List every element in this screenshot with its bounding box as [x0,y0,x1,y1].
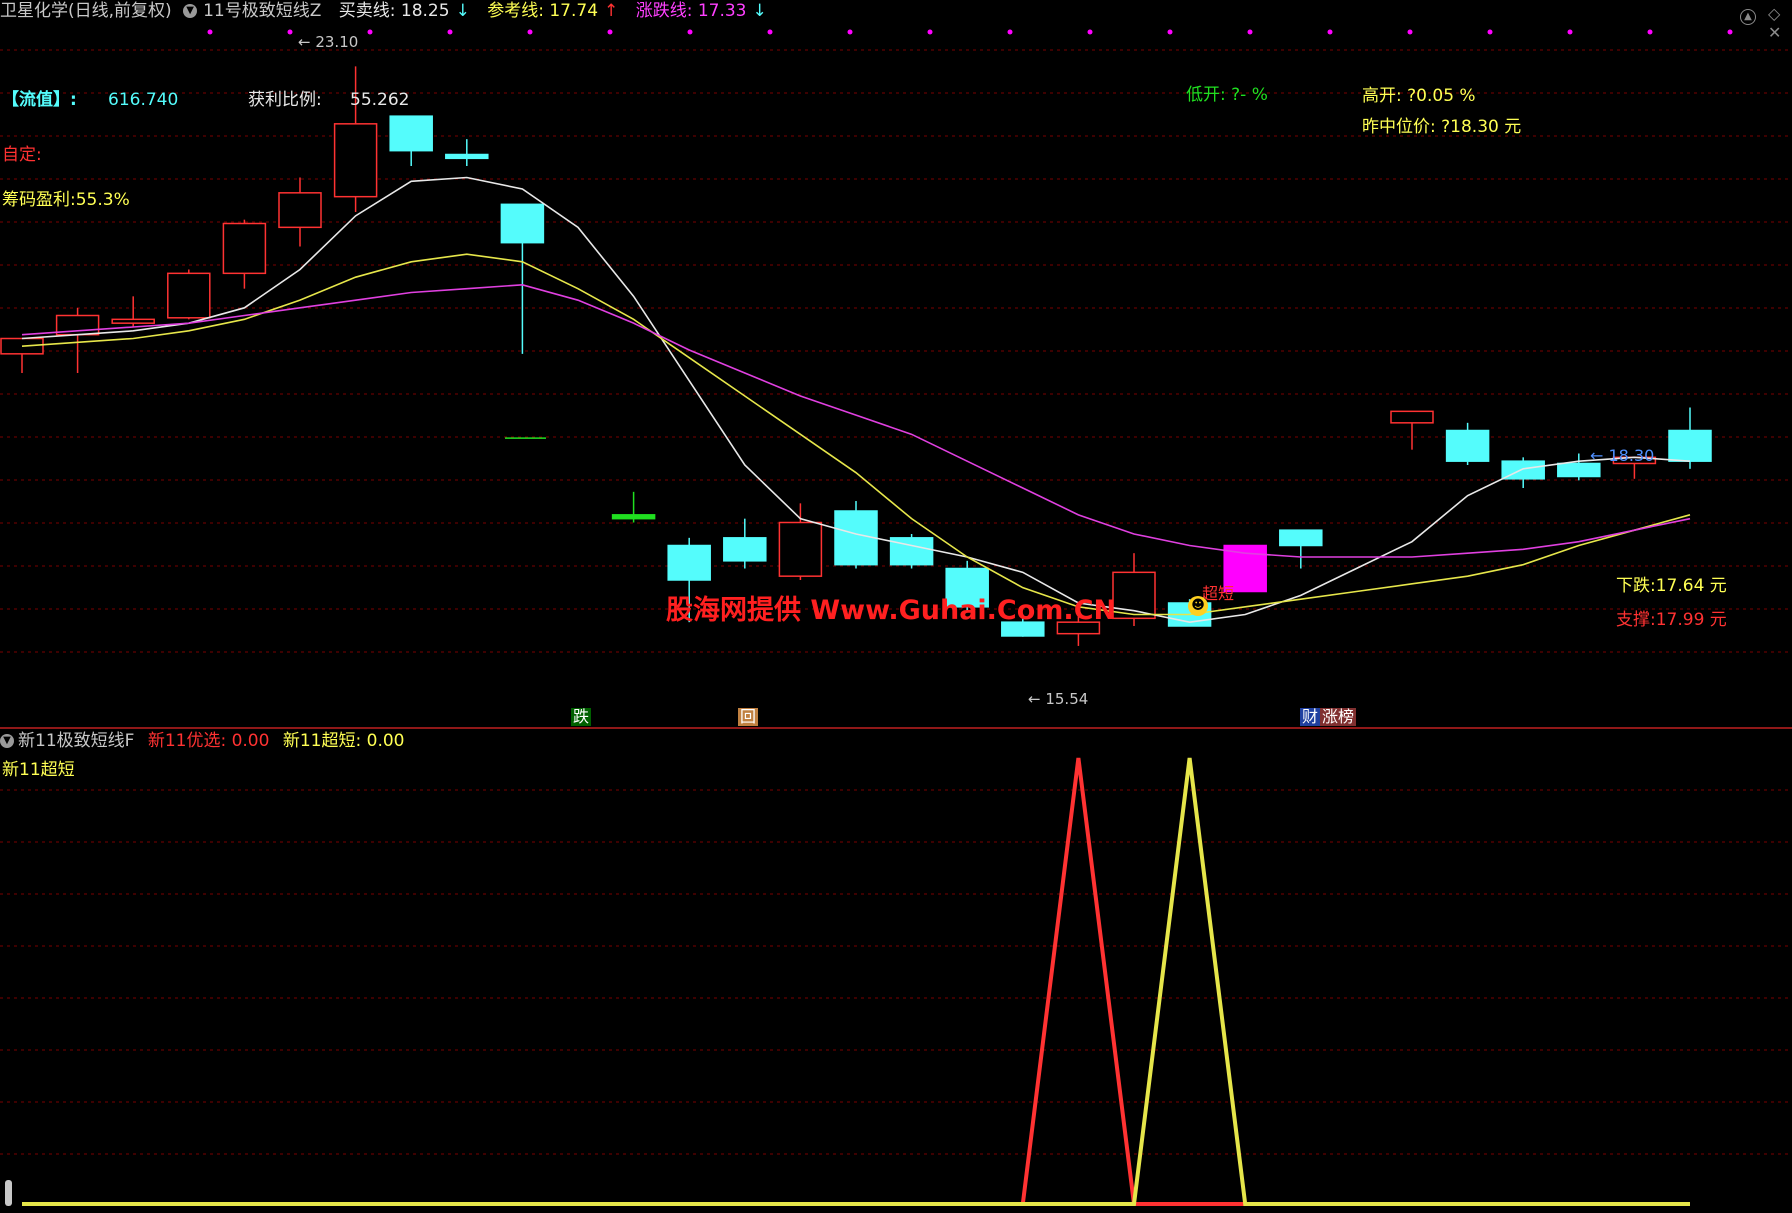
reference-line: 参考线: 17.74 ↑ [487,1,624,21]
chevron-down-icon[interactable]: ▼ [0,734,14,748]
main-header: 卫星化学(日线,前复权) ▼ 11号极致短线Z 买卖线: 18.25 ↓ 参考线: … [0,0,779,22]
sub-legend: 新11超短 [2,760,75,780]
candle-body [111,318,155,324]
rise-fall-value: 涨跌线: 17.33 [635,1,747,21]
stock-name[interactable]: 卫星化学(日线,前复权) [0,1,172,21]
candle-body [723,537,767,562]
marker-dot [447,29,453,35]
signal-line [22,757,1690,1206]
preferred-value: 新11优选: 0.00 [147,731,270,751]
candle-body [167,272,211,319]
market-value: 616.740 [108,90,179,110]
low-open: 低开: ?- % [1186,85,1268,105]
down-arrow-icon: ↓ [455,1,470,21]
last-price-marker: ← 18.30 [1590,446,1655,465]
close-icon[interactable]: ✕ [1768,23,1781,42]
candle-body [222,222,267,275]
candle-body [0,337,44,355]
marker-dot [1087,29,1093,35]
marker-dot [1727,29,1733,35]
collapse-icon[interactable]: ▲ [1740,9,1756,25]
high-open: 高开: ?0.05 % [1362,86,1476,106]
window-controls: ▲ [1740,4,1756,25]
cai-badge: 财 [1300,707,1321,726]
support-price: 支撑:17.99 元 [1616,610,1727,630]
buy-sell-value: 买卖线: 18.25 [338,1,450,21]
marker-dot [927,29,933,35]
profit-ratio: 55.262 [350,90,410,110]
marker-dot [1247,29,1253,35]
custom-label: 自定: [2,145,42,165]
scroll-handle[interactable] [5,1180,12,1206]
rise-fall-line: 涨跌线: 17.33 ↓ [636,1,773,21]
candle-body [1279,529,1323,547]
candle-body [667,544,711,581]
sub-indicator-dropdown[interactable]: ▼ 新11极致短线F [0,731,142,751]
candle-body [445,153,489,160]
marker-dot [1567,29,1573,35]
profit-ratio-label: 获利比例: [248,90,322,110]
candle-body [1390,410,1434,424]
marker-dot [847,29,853,35]
marker-dot [527,29,533,35]
down-arrow-icon: ↓ [752,1,767,21]
marker-dot [287,29,293,35]
signal-plot [22,757,1690,1206]
candle-body [611,514,656,520]
buy-sell-line: 买卖线: 18.25 ↓ [339,1,476,21]
fall-price: 下跌:17.64 元 [1616,576,1727,596]
signal-line [22,757,1690,1206]
chip-profit: 筹码盈利:55.3% [2,190,130,210]
market-value-label: 【流值】: [2,90,77,110]
marker-dot [367,29,373,35]
sub-grid [0,789,1792,1155]
sub-header: ▼ 新11极致短线F 新11优选: 0.00 新11超短: 0.00 [0,730,404,752]
candle-body [333,123,378,198]
high-price-marker: ← 23.10 [298,33,359,51]
back-badge: 回 [738,707,759,726]
zhangbang-badge: 涨榜 [1320,707,1357,726]
watermark: 股海网提供 Www.Guhai.Com.CN [666,595,1117,626]
marker-dot [1407,29,1413,35]
marker-dot [1327,29,1333,35]
marker-dot [687,29,693,35]
yesterday-mid-price: 昨中位价: ?18.30 元 [1362,117,1522,137]
sub-indicator-name: 新11极致短线F [18,731,135,751]
indicator-dropdown[interactable]: ▼ 11号极致短线Z [183,1,327,21]
candle-body [1445,429,1490,462]
candle-body [500,203,545,244]
low-price-marker: ← 15.54 [1028,690,1089,708]
diamond-icon[interactable]: ◇ [1768,4,1780,23]
window-controls-right: ◇ ✕ [1768,4,1792,42]
candle-body [1668,429,1712,462]
chevron-down-icon[interactable]: ▼ [183,4,198,18]
candle-body [389,115,433,152]
marker-dot [1167,29,1173,35]
marker-dot [607,29,613,35]
fall-badge: 跌 [571,707,592,726]
reference-value: 参考线: 17.74 [487,1,599,21]
marker-dot [767,29,773,35]
marker-dot [1647,29,1653,35]
marker-dot [1007,29,1013,35]
marker-dot [207,29,213,35]
smiley-icon: ☻ [1188,596,1208,616]
up-arrow-icon: ↑ [604,1,619,21]
candle-body [278,192,322,229]
super-short-value: 新11超短: 0.00 [282,731,405,751]
marker-dot [1487,29,1493,35]
candle-body [778,521,823,577]
candlestick-series [0,66,1712,646]
indicator-name: 11号极致短线Z [203,1,322,21]
